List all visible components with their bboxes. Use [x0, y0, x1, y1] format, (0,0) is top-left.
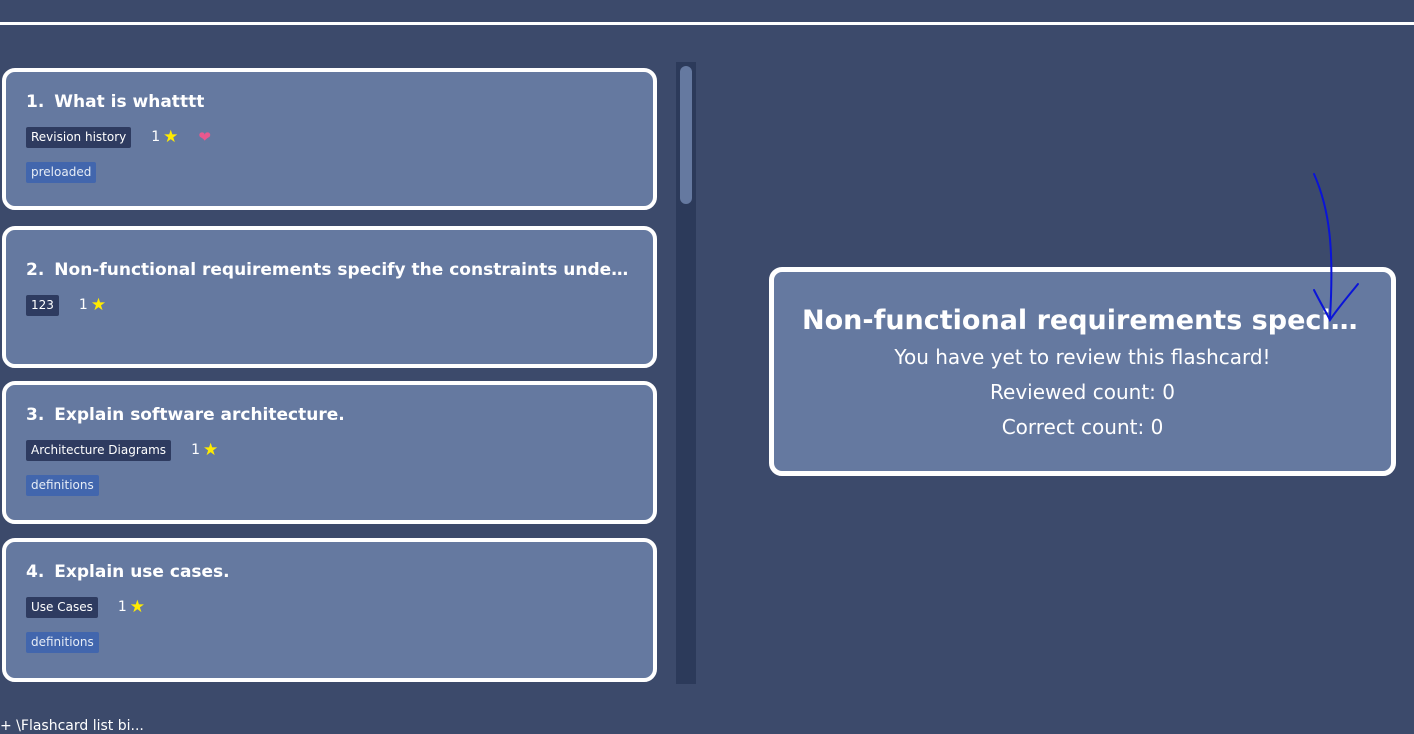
top-bar [0, 0, 1414, 22]
tag-row: definitions [26, 474, 633, 496]
scrollbar-thumb[interactable] [680, 66, 692, 204]
flashcard-title: 4. Explain use cases. [26, 560, 633, 584]
flashcard-number: 1. [26, 92, 45, 112]
flashcard-list: 1. What is whatttt Revision history 1 ★ ❤… [0, 60, 678, 686]
flashcard-meta: Use Cases 1 ★ [26, 595, 633, 619]
flashcard-item[interactable]: 4. Explain use cases. Use Cases 1 ★ defin… [2, 538, 657, 682]
star-icon: ★ [163, 127, 179, 147]
flashcard-question: Non-functional requirements specify the … [54, 260, 633, 280]
flashcard-number: 4. [26, 562, 45, 582]
star-icon: ★ [202, 440, 219, 460]
flashcard-meta: Architecture Diagrams 1 ★ [26, 438, 633, 462]
flashcard-title: 2. Non-functional requirements specify th… [26, 258, 633, 282]
category-badge: Use Cases [26, 596, 98, 618]
rating: 1 ★ [79, 295, 106, 315]
flashcard-question: What is whatttt [54, 92, 205, 112]
rating-value: 1 [78, 297, 88, 313]
flashcard-meta: Revision history 1 ★ ❤ [26, 125, 633, 149]
rating: 1 ★ [118, 597, 145, 617]
flashcard-number: 2. [26, 260, 45, 280]
flashcard-question: Explain software architecture. [54, 405, 345, 425]
heart-icon: ❤ [198, 128, 211, 146]
star-icon: ★ [90, 295, 107, 315]
flashcard-item[interactable]: 3. Explain software architecture. Archite… [2, 381, 657, 524]
rating: 1 ★ [151, 127, 178, 147]
flashcard-title: 3. Explain software architecture. [26, 403, 633, 427]
tag-row: preloaded [26, 161, 633, 183]
flashcard-meta: 123 1 ★ [26, 293, 633, 317]
star-icon: ★ [129, 597, 146, 617]
status-text: + \Flashcard list bi... [0, 718, 144, 734]
tag-badge: preloaded [26, 162, 97, 183]
category-badge: 123 [26, 294, 59, 316]
flashcard-item[interactable]: 1. What is whatttt Revision history 1 ★ ❤… [2, 68, 657, 210]
reviewed-count: Reviewed count: 0 [990, 380, 1175, 404]
rating-value: 1 [191, 442, 200, 458]
flashcard-title: 1. What is whatttt [26, 90, 633, 114]
correct-count: Correct count: 0 [1001, 415, 1164, 439]
tag-badge: definitions [26, 632, 99, 653]
rating-value: 1 [117, 599, 127, 615]
flashcard-number: 3. [26, 405, 45, 425]
category-badge: Architecture Diagrams [26, 439, 172, 461]
rating: 1 ★ [191, 440, 218, 460]
detail-title: Non-functional requirements specify ... [802, 305, 1391, 336]
category-badge: Revision history [26, 126, 132, 148]
list-scrollbar[interactable] [676, 62, 696, 684]
flashcard-item[interactable]: 2. Non-functional requirements specify th… [2, 226, 657, 368]
flashcard-detail: Non-functional requirements specify ... … [769, 267, 1396, 476]
rating-value: 1 [151, 129, 161, 145]
top-divider [0, 22, 1414, 25]
review-status: You have yet to review this flashcard! [894, 345, 1271, 369]
tag-row: definitions [26, 631, 633, 653]
tag-badge: definitions [26, 475, 99, 496]
flashcard-question: Explain use cases. [54, 562, 230, 582]
